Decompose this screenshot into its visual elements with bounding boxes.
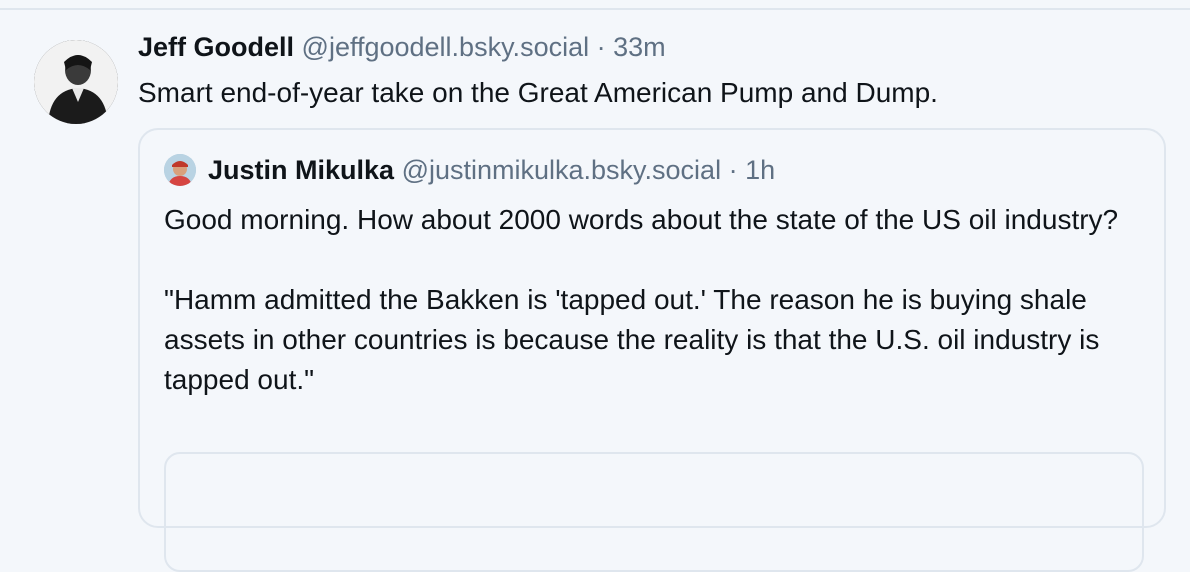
quoted-author-handle[interactable]: @justinmikulka.bsky.social xyxy=(402,155,722,185)
quoted-post-header: Justin Mikulka @justinmikulka.bsky.socia… xyxy=(208,154,775,186)
quoted-paragraph: Good morning. How about 2000 words about… xyxy=(164,204,1119,235)
quoted-paragraph: "Hamm admitted the Bakken is 'tapped out… xyxy=(164,284,1100,395)
quoted-author-name[interactable]: Justin Mikulka xyxy=(208,155,394,185)
header-separator: · xyxy=(596,32,606,62)
post-header: Jeff Goodell @jeffgoodell.bsky.social · … xyxy=(138,31,666,63)
quoted-post-text: Good morning. How about 2000 words about… xyxy=(164,200,1149,400)
feed-post[interactable]: Jeff Goodell @jeffgoodell.bsky.social · … xyxy=(0,10,1190,572)
quoted-header-separator: · xyxy=(728,155,738,185)
quoted-post-card[interactable]: Justin Mikulka @justinmikulka.bsky.socia… xyxy=(138,128,1166,572)
author-photo xyxy=(34,40,118,124)
post-text: Smart end-of-year take on the Great Amer… xyxy=(138,77,938,108)
quoted-author-photo xyxy=(164,154,196,186)
link-preview-card[interactable] xyxy=(164,452,1144,572)
author-handle[interactable]: @jeffgoodell.bsky.social xyxy=(302,32,590,62)
author-name[interactable]: Jeff Goodell xyxy=(138,32,294,62)
post-timestamp[interactable]: 33m xyxy=(613,32,666,62)
quoted-post-timestamp[interactable]: 1h xyxy=(745,155,775,185)
quoted-author-avatar[interactable] xyxy=(164,154,196,186)
author-avatar[interactable] xyxy=(34,40,118,124)
